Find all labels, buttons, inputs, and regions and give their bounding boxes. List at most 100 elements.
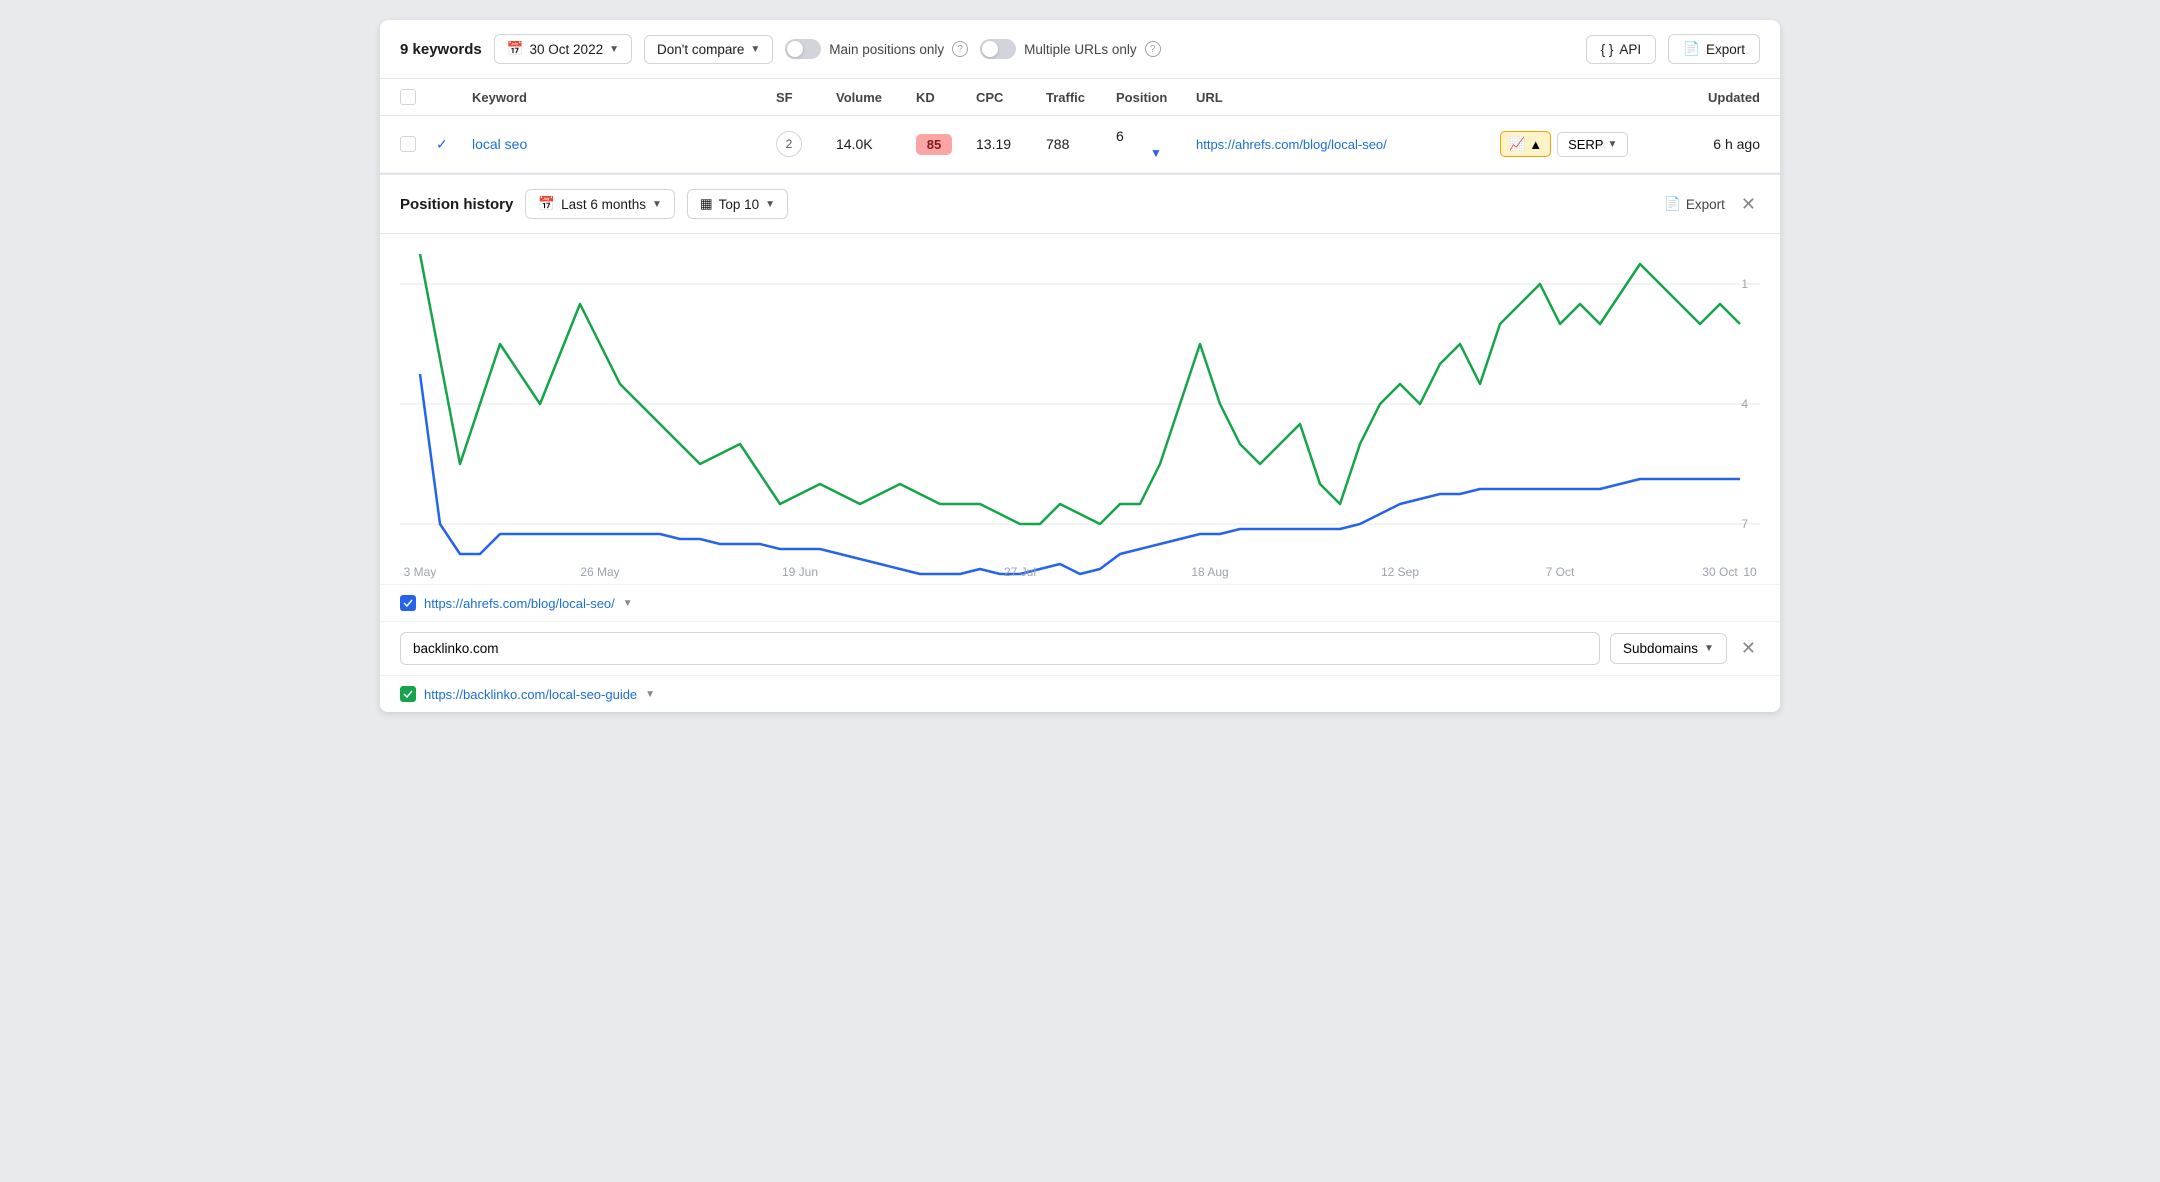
main-positions-toggle[interactable] [785,39,821,59]
date-dropdown[interactable]: 📅 30 Oct 2022 ▼ [494,34,632,64]
cpc-cell: 13.19 [976,136,1046,152]
position-cell: 6 ▼ [1116,128,1196,160]
period-label: Last 6 months [561,197,646,212]
ph-close-button[interactable]: ✕ [1737,194,1760,215]
export-icon: 📄 [1683,41,1700,57]
backlinko-url-legend[interactable]: https://backlinko.com/local-seo-guide [424,687,637,702]
table-row: ✓ local seo 2 14.0K 85 13.19 788 6 ▼ htt… [380,116,1780,173]
ph-export-button[interactable]: 📄 Export [1664,196,1725,212]
api-icon: { } [1601,42,1614,57]
volume-cell: 14.0K [836,136,916,152]
url-col-header: URL [1196,90,1500,105]
keywords-count: 9 keywords [400,41,482,58]
y-label-1: 1 [1741,277,1748,291]
remove-domain-button[interactable]: ✕ [1737,638,1760,659]
compare-label: Don't compare [657,42,744,57]
period-dropdown[interactable]: 📅 Last 6 months ▼ [525,189,675,219]
position-down-arrow: ▼ [1150,146,1162,160]
chart-area: 1 4 7 3 May 26 May 19 Jun 27 Jul 18 Aug … [380,234,1780,584]
ahrefs-url-legend[interactable]: https://ahrefs.com/blog/local-seo/ [424,596,615,611]
traffic-col-header: Traffic [1046,90,1116,105]
legend-row-1: https://ahrefs.com/blog/local-seo/ ▼ [380,584,1780,621]
export-icon-ph: 📄 [1664,196,1681,212]
sf-col-header: SF [776,90,836,105]
main-positions-toggle-group: Main positions only ? [785,39,968,59]
row-checkbox[interactable] [400,136,436,152]
multiple-urls-toggle[interactable] [980,39,1016,59]
multiple-urls-toggle-group: Multiple URLs only ? [980,39,1161,59]
kd-cell: 85 [916,134,976,155]
row-check-mark: ✓ [436,136,472,153]
url-link[interactable]: https://ahrefs.com/blog/local-seo/ [1196,137,1387,152]
domain-input[interactable] [400,632,1600,665]
chevron-down-icon: ▼ [765,199,775,210]
main-positions-label: Main positions only [829,42,944,57]
serp-label: SERP [1568,137,1603,152]
x-label-sep12: 12 Sep [1381,565,1419,579]
top-label: Top 10 [719,197,760,212]
y-label-4: 4 [1741,397,1748,411]
position-history-panel: Position history 📅 Last 6 months ▼ ▦ Top… [380,173,1780,712]
subdomains-button[interactable]: Subdomains ▼ [1610,633,1727,664]
api-label: API [1619,42,1641,57]
position-chart: 1 4 7 3 May 26 May 19 Jun 27 Jul 18 Aug … [400,244,1760,584]
x-label-may26: 26 May [580,565,619,579]
position-col-header: Position [1116,90,1196,105]
kd-badge: 85 [916,134,952,155]
ahrefs-checkbox[interactable] [400,595,416,611]
keyword-link[interactable]: local seo [472,136,527,152]
backlinko-checkbox[interactable] [400,686,416,702]
main-positions-help-icon[interactable]: ? [952,41,968,57]
select-all-checkbox[interactable] [400,89,436,105]
green-line [420,254,1740,524]
chevron-down-icon: ▼ [652,199,662,210]
volume-col-header: Volume [836,90,916,105]
legend-chevron-icon-2[interactable]: ▼ [645,689,655,700]
toolbar: 9 keywords 📅 30 Oct 2022 ▼ Don't compare… [380,20,1780,79]
export-button[interactable]: 📄 Export [1668,34,1760,64]
domain-input-row: Subdomains ▼ ✕ [380,621,1780,675]
compare-dropdown[interactable]: Don't compare ▼ [644,35,773,64]
sf-cell: 2 [776,131,836,157]
legend-row-2: https://backlinko.com/local-seo-guide ▼ [380,675,1780,712]
x-label-jul27: 27 Jul [1004,565,1036,579]
date-label: 30 Oct 2022 [530,42,604,57]
chevron-down-icon: ▼ [609,44,619,55]
trend-up-icon: ▲ [1529,137,1542,152]
action-buttons: 📈 ▲ SERP ▼ [1500,131,1660,157]
export-label: Export [1706,42,1745,57]
traffic-cell: 788 [1046,136,1116,152]
x-label-aug18: 18 Aug [1191,565,1228,579]
y-label-7: 7 [1741,517,1748,531]
chevron-down-icon: ▼ [750,44,760,55]
trend-button[interactable]: 📈 ▲ [1500,131,1551,157]
sf-badge: 2 [776,131,802,157]
table-header: Keyword SF Volume KD CPC Traffic Positio… [380,79,1780,116]
keyword-cell: local seo [472,136,776,152]
x-label-10: 10 [1743,565,1757,579]
url-cell: https://ahrefs.com/blog/local-seo/ [1196,136,1500,152]
legend-chevron-icon[interactable]: ▼ [623,598,633,609]
updated-cell: 6 h ago [1660,136,1760,152]
subdomains-label: Subdomains [1623,641,1698,656]
cpc-col-header: CPC [976,90,1046,105]
chevron-down-icon: ▼ [1607,139,1617,150]
kd-col-header: KD [916,90,976,105]
calendar-icon: 📅 [507,41,524,57]
chevron-down-icon: ▼ [1704,643,1714,654]
x-label-jun19: 19 Jun [782,565,818,579]
x-label-may3: 3 May [404,565,437,579]
top-dropdown[interactable]: ▦ Top 10 ▼ [687,189,788,219]
x-label-oct7: 7 Oct [1546,565,1575,579]
multiple-urls-label: Multiple URLs only [1024,42,1137,57]
updated-col-header: Updated [1660,90,1760,105]
serp-button[interactable]: SERP ▼ [1557,132,1628,157]
ph-toolbar: Position history 📅 Last 6 months ▼ ▦ Top… [380,175,1780,234]
main-container: 9 keywords 📅 30 Oct 2022 ▼ Don't compare… [380,20,1780,712]
keyword-col-header: Keyword [472,90,776,105]
calendar-icon-ph: 📅 [538,196,555,212]
api-button[interactable]: { } API [1586,35,1657,64]
grid-icon: ▦ [700,196,713,212]
multiple-urls-help-icon[interactable]: ? [1145,41,1161,57]
ph-title: Position history [400,196,513,213]
